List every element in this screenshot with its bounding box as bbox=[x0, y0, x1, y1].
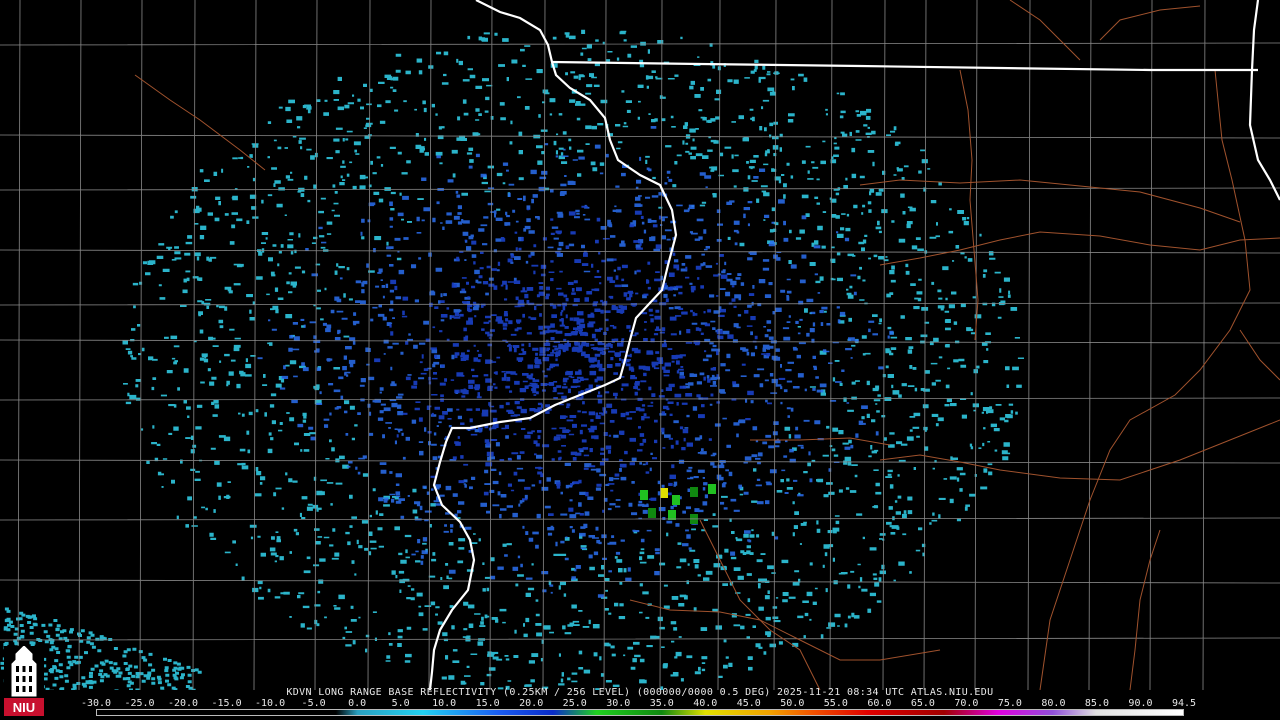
scale-tick-label: 80.0 bbox=[1041, 698, 1066, 709]
scale-tick-label: 20.0 bbox=[519, 698, 544, 709]
radar-map bbox=[0, 0, 1280, 690]
scale-tick-label: 65.0 bbox=[910, 698, 935, 709]
product-title: KDVN LONG RANGE BASE REFLECTIVITY (0.25K… bbox=[286, 687, 994, 698]
scale-tick-label: -25.0 bbox=[124, 698, 155, 709]
scale-tick-label: -30.0 bbox=[80, 698, 112, 709]
storm-cell bbox=[640, 490, 648, 500]
scale-tick-label: 35.0 bbox=[649, 698, 674, 709]
scale-tick-label: 0.0 bbox=[348, 698, 367, 709]
scale-tick-label: 70.0 bbox=[954, 698, 979, 709]
scale-tick-label: 45.0 bbox=[736, 698, 761, 709]
storm-cell bbox=[708, 484, 716, 494]
scale-tick-label: 25.0 bbox=[562, 698, 587, 709]
color-scale-labels: -30.0 -25.0 -20.0 -15.0 -10.0 -5.0 0.0 5.0 10.0 1… bbox=[81, 698, 1196, 709]
storm-cell bbox=[668, 510, 676, 520]
logo-text: NIU bbox=[13, 700, 35, 715]
scale-tick-label: 10.0 bbox=[432, 698, 457, 709]
map-background bbox=[0, 0, 1280, 690]
scale-tick-label: 40.0 bbox=[693, 698, 718, 709]
niu-tower-logo: NIU bbox=[4, 646, 44, 716]
scale-tick-label: -15.0 bbox=[211, 698, 242, 709]
storm-cell bbox=[690, 487, 698, 497]
scale-tick-label: 55.0 bbox=[823, 698, 848, 709]
scale-tick-label: -5.0 bbox=[301, 698, 326, 709]
color-scale-bar bbox=[96, 709, 1184, 716]
scale-tick-label: -10.0 bbox=[255, 698, 286, 709]
radar-site bbox=[561, 353, 579, 371]
scale-tick-label: 50.0 bbox=[780, 698, 805, 709]
scale-tick-label: 15.0 bbox=[475, 698, 500, 709]
storm-cell bbox=[648, 508, 656, 518]
scale-tick-label: 75.0 bbox=[997, 698, 1022, 709]
scale-tick-label: 94.5 bbox=[1171, 698, 1197, 709]
scale-tick-label: -20.0 bbox=[167, 698, 199, 709]
storm-cell bbox=[672, 495, 680, 505]
scale-tick-label: 30.0 bbox=[606, 698, 631, 709]
color-scale-gradient bbox=[97, 710, 1183, 715]
scale-tick-label: 90.0 bbox=[1128, 698, 1153, 709]
storm-cell bbox=[660, 488, 668, 498]
scale-tick-label: 60.0 bbox=[867, 698, 892, 709]
scale-tick-label: 85.0 bbox=[1084, 698, 1109, 709]
scale-tick-label: 5.0 bbox=[391, 698, 410, 709]
